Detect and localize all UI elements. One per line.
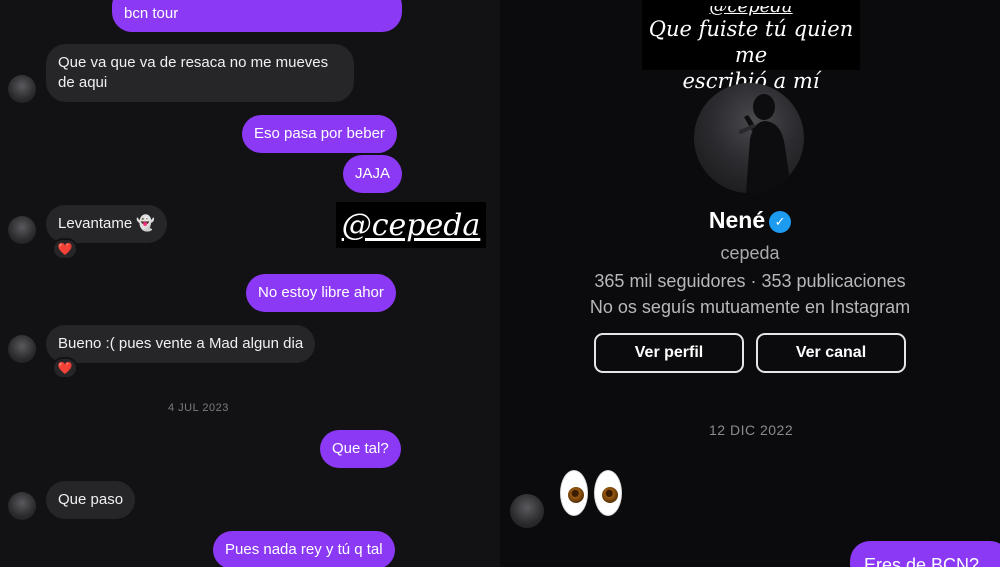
message-text: Pues nada rey y tú q tal xyxy=(225,541,383,558)
avatar[interactable] xyxy=(8,335,36,363)
date-separator: 4 JUL 2023 xyxy=(168,402,229,414)
mutual-follow-status: No os seguís mutuamente en Instagram xyxy=(589,297,911,317)
eye-icon xyxy=(594,470,622,516)
mention-sticker: @cepeda xyxy=(336,202,486,248)
avatar[interactable] xyxy=(8,75,36,103)
message-text: JAJA xyxy=(355,165,391,182)
quote-line: Que fuiste tú quien me xyxy=(648,17,854,67)
message-text: No estoy libre ahor xyxy=(258,284,384,301)
message-bubble-outgoing[interactable]: Eres de BCN? xyxy=(850,541,1000,567)
message-bubble-outgoing[interactable]: JAJA xyxy=(343,155,403,193)
message-bubble-outgoing[interactable]: Que tal? xyxy=(320,430,401,468)
message-bubble-outgoing[interactable]: Eso pasa por beber xyxy=(242,115,397,153)
eyes-sticker-icon[interactable] xyxy=(560,470,626,518)
message-text: bcn tour xyxy=(124,5,179,22)
person-silhouette-icon xyxy=(738,94,792,193)
view-channel-button[interactable]: Ver canal xyxy=(756,333,906,373)
quote-sticker: @cepeda Que fuiste tú quien me escribió … xyxy=(642,0,860,93)
message-text: Que va que va de resaca no me mueves de … xyxy=(58,54,329,91)
avatar[interactable] xyxy=(8,492,36,520)
heart-reaction-icon[interactable]: ❤️ xyxy=(52,357,78,379)
message-bubble-outgoing[interactable]: No estoy libre ahor xyxy=(246,274,396,312)
message-bubble-outgoing[interactable]: Pues nada rey y tú q tal xyxy=(213,531,395,567)
profile-username: cepeda xyxy=(720,243,780,263)
message-bubble-incoming[interactable]: Que va que va de resaca no me mueves de … xyxy=(46,44,354,102)
eye-icon xyxy=(560,470,588,516)
message-text: Que paso xyxy=(58,491,124,508)
chat-panel-left: bcn tour Que va que va de resaca no me m… xyxy=(0,0,500,567)
profile-stats: 365 mil seguidores · 353 publicaciones xyxy=(594,271,906,291)
message-text: Bueno :( pues vente a Mad algun dia xyxy=(58,335,304,352)
heart-reaction-icon[interactable]: ❤️ xyxy=(52,238,78,260)
message-text: Eso pasa por beber xyxy=(254,125,385,142)
profile-avatar[interactable] xyxy=(694,83,804,193)
message-text: Levantame 👻 xyxy=(58,215,156,232)
avatar[interactable] xyxy=(510,494,544,528)
message-bubble-outgoing[interactable]: bcn tour xyxy=(112,0,402,32)
message-text: Que tal? xyxy=(332,440,389,457)
message-bubble-incoming[interactable]: Que paso xyxy=(46,481,136,519)
message-text: Eres de BCN? xyxy=(864,555,980,567)
date-separator: 12 DIC 2022 xyxy=(709,422,794,438)
message-bubble-incoming[interactable]: Bueno :( pues vente a Mad algun dia xyxy=(46,325,316,363)
view-profile-button[interactable]: Ver perfil xyxy=(594,333,744,373)
profile-name-row: Nené ✓ xyxy=(600,207,900,234)
avatar[interactable] xyxy=(8,216,36,244)
verified-badge-icon: ✓ xyxy=(769,211,792,233)
profile-name: Nené xyxy=(708,207,766,233)
